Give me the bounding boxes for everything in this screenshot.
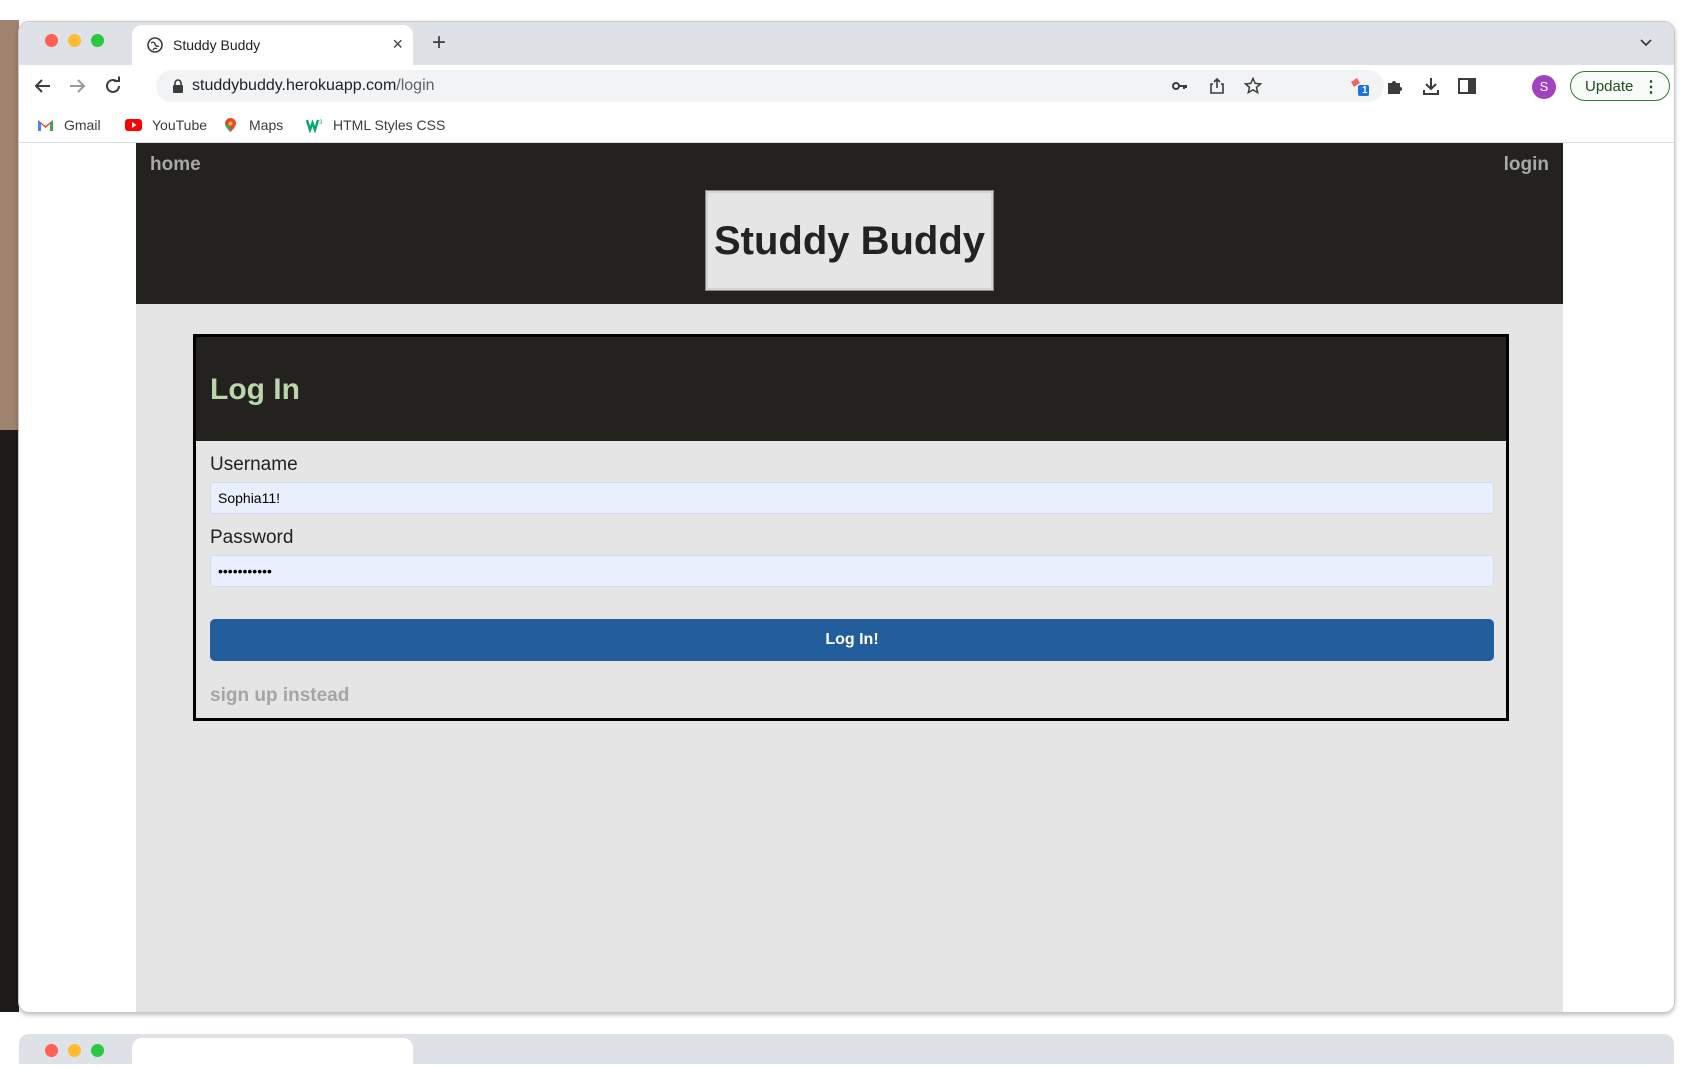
- url-path: /login: [396, 77, 435, 94]
- key-icon[interactable]: [1171, 77, 1189, 95]
- reload-icon[interactable]: [103, 76, 123, 96]
- download-icon[interactable]: [1421, 76, 1441, 96]
- page-viewport: home login Studdy Buddy Log In Username …: [19, 143, 1674, 1012]
- url-text: studdybuddy.herokuapp.com/login: [192, 77, 435, 95]
- tab-studdy-buddy[interactable]: Studdy Buddy ×: [132, 25, 413, 65]
- password-label: Password: [210, 527, 294, 548]
- password-value: •••••••••••: [218, 563, 272, 579]
- login-card-header: Log In: [196, 337, 1506, 441]
- nav-home-link[interactable]: home: [150, 154, 201, 176]
- site-logo-box: Studdy Buddy: [705, 190, 994, 291]
- tab-strip: Studdy Buddy × +: [19, 22, 1674, 65]
- browser-menu-icon[interactable]: ⋮: [1643, 77, 1659, 97]
- maximize-window-button[interactable]: [91, 34, 104, 47]
- url-host: studdybuddy.herokuapp.com: [192, 77, 397, 94]
- minimize-window-button[interactable]: [68, 34, 81, 47]
- username-label: Username: [210, 454, 298, 475]
- bookmark-label: Maps: [249, 117, 284, 133]
- lock-icon: [173, 79, 183, 93]
- bookmark-label: Gmail: [64, 117, 101, 133]
- sign-up-link[interactable]: sign up instead: [210, 685, 349, 707]
- site-container: home login Studdy Buddy Log In Username …: [136, 143, 1563, 1012]
- browser-toolbar: studdybuddy.herokuapp.com/login 1 S Upda…: [19, 65, 1674, 107]
- new-tab-button[interactable]: +: [432, 29, 446, 57]
- bookmark-label: YouTube: [152, 117, 208, 133]
- bookmark-label: HTML Styles CSS: [333, 117, 446, 133]
- login-submit-label: Log In!: [825, 631, 879, 648]
- password-input[interactable]: •••••••••••: [210, 555, 1494, 587]
- login-submit-button[interactable]: Log In!: [210, 619, 1494, 661]
- forward-arrow-icon[interactable]: [67, 76, 87, 96]
- bookmarks-bar: Gmail YouTube Maps 3 HTML Styles CSS: [19, 107, 1674, 143]
- login-heading: Log In: [210, 373, 300, 406]
- close-tab-icon[interactable]: ×: [392, 34, 403, 54]
- star-icon[interactable]: [1244, 77, 1262, 95]
- youtube-icon: [125, 119, 142, 131]
- maps-icon: [225, 118, 236, 132]
- site-title: Studdy Buddy: [713, 219, 986, 263]
- username-input[interactable]: Sophia11!: [210, 482, 1494, 514]
- update-button[interactable]: Update ⋮: [1570, 71, 1670, 101]
- globe-icon: [147, 37, 163, 53]
- profile-avatar[interactable]: S: [1532, 75, 1556, 99]
- w3schools-icon: 3: [306, 119, 323, 133]
- desktop-background: [0, 0, 19, 1044]
- tab-title: Studdy Buddy: [173, 37, 261, 53]
- side-panel-icon[interactable]: [1457, 76, 1477, 96]
- maximize-window-button[interactable]: [91, 1044, 104, 1057]
- puzzle-icon[interactable]: [1385, 76, 1405, 96]
- gmail-icon: [38, 120, 53, 131]
- address-bar[interactable]: studdybuddy.herokuapp.com/login: [156, 70, 1384, 102]
- login-card: Log In Username Sophia11! Password •••••…: [193, 334, 1509, 721]
- site-header: home login Studdy Buddy: [136, 143, 1563, 304]
- back-arrow-icon[interactable]: [33, 76, 53, 96]
- nav-login-link[interactable]: login: [1504, 154, 1549, 176]
- chevron-down-icon[interactable]: [1638, 34, 1654, 50]
- svg-text:3: 3: [319, 120, 323, 126]
- username-value: Sophia11!: [218, 490, 281, 506]
- close-window-button[interactable]: [45, 1044, 58, 1057]
- update-button-label: Update: [1585, 78, 1634, 95]
- extension-badge-count: 1: [1362, 85, 1368, 96]
- background-tab[interactable]: [132, 1038, 413, 1068]
- share-icon[interactable]: [1208, 77, 1226, 95]
- minimize-window-button[interactable]: [68, 1044, 81, 1057]
- close-window-button[interactable]: [45, 34, 58, 47]
- browser-window: Studdy Buddy × + studdybuddy.herokuapp.c…: [19, 22, 1674, 1012]
- background-browser-window[interactable]: [19, 1034, 1674, 1068]
